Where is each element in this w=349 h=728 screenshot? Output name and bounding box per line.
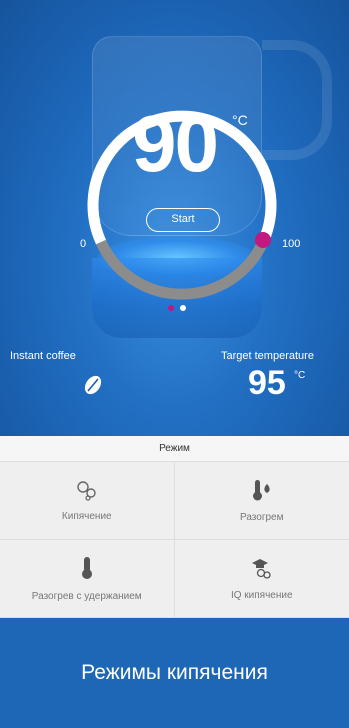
mode-label: IQ кипячение bbox=[230, 590, 293, 601]
kettle-control-panel: 90 °C Start 0 100 Instant coffee Target … bbox=[0, 0, 349, 436]
scale-max-label: 100 bbox=[282, 238, 301, 250]
scale-min-label: 0 bbox=[80, 238, 87, 250]
mode-label: Разогрев с удержанием bbox=[31, 591, 142, 602]
modes-panel: Режим Кипячение Разогрем Разогрев с удер bbox=[0, 436, 349, 618]
coffee-bean-icon bbox=[84, 375, 102, 395]
bubbles-icon bbox=[77, 481, 96, 501]
start-button[interactable]: Start bbox=[146, 208, 220, 232]
current-temperature: 90 bbox=[132, 99, 219, 188]
thermometer-icon bbox=[81, 557, 92, 579]
dial-knob[interactable] bbox=[255, 232, 271, 248]
page-indicator bbox=[168, 305, 186, 315]
target-temperature-value: 95 bbox=[248, 364, 286, 402]
mode-heat-and-hold[interactable]: Разогрев с удержанием bbox=[0, 540, 175, 618]
modes-title: Режим bbox=[0, 436, 349, 462]
graduation-cap-bubbles-icon bbox=[251, 559, 271, 579]
mode-heat[interactable]: Разогрем bbox=[174, 462, 349, 540]
footer-banner: Режимы кипячения bbox=[0, 618, 349, 728]
mode-boil[interactable]: Кипячение bbox=[0, 462, 175, 540]
thermometer-flame-icon bbox=[252, 480, 270, 501]
target-temperature-label: Target temperature bbox=[221, 350, 314, 362]
page-dot-1[interactable] bbox=[168, 305, 174, 311]
temperature-unit: °C bbox=[232, 112, 248, 128]
modes-grid: Кипячение Разогрем Разогрев с удержанием bbox=[0, 462, 349, 618]
mode-label: Разогрем bbox=[240, 512, 284, 523]
mode-iq-boil[interactable]: IQ кипячение bbox=[174, 540, 349, 618]
page-dot-2[interactable] bbox=[180, 305, 186, 311]
program-name: Instant coffee bbox=[10, 350, 76, 362]
target-temperature-unit: °C bbox=[294, 370, 306, 381]
footer-title: Режимы кипячения bbox=[81, 661, 268, 684]
dial-track bbox=[95, 239, 269, 300]
mode-label: Кипячение bbox=[61, 511, 112, 522]
